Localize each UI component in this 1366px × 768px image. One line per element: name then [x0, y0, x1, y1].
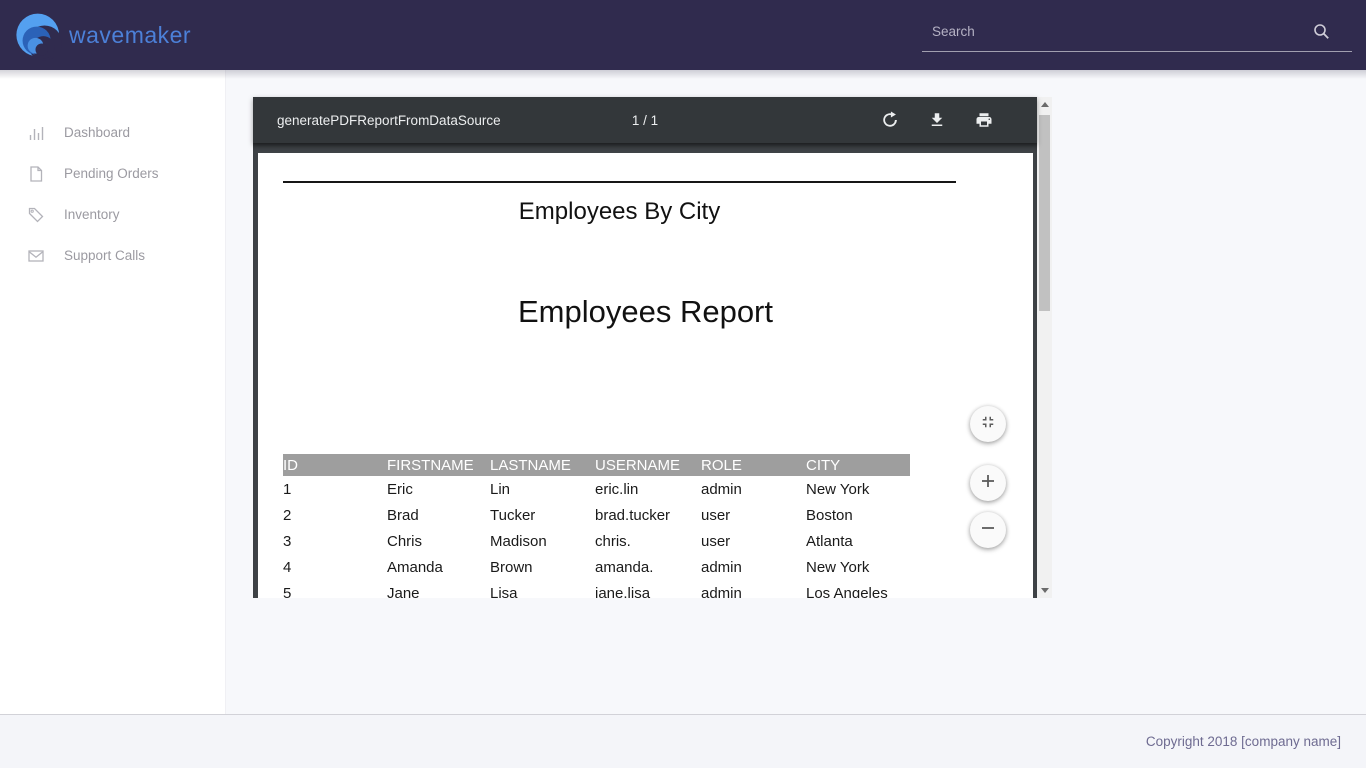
zoom-in-button[interactable] [970, 465, 1006, 501]
sidebar-item-inventory[interactable]: Inventory [0, 194, 225, 235]
envelope-icon [28, 248, 44, 264]
zoom-out-button[interactable] [970, 512, 1006, 548]
copyright-text: Copyright 2018 [company name] [1146, 715, 1341, 768]
table-cell: jane.lisa [595, 580, 701, 598]
report-header-rule: Employees By City [283, 181, 956, 226]
plus-icon [980, 473, 996, 494]
table-cell: eric.lin [595, 476, 701, 502]
pdf-toolbar-actions [881, 111, 993, 129]
tag-icon [28, 207, 44, 223]
rotate-icon[interactable] [881, 111, 899, 129]
employees-table: IDFIRSTNAMELASTNAMEUSERNAMEROLECITY 1Eri… [283, 454, 910, 598]
sidebar-nav: Dashboard Pending Orders [0, 70, 225, 276]
employees-table-head: IDFIRSTNAMELASTNAMEUSERNAMEROLECITY [283, 454, 910, 476]
scrollbar-down-arrow-icon[interactable] [1037, 583, 1052, 598]
table-header-cell: FIRSTNAME [387, 454, 490, 476]
scrollbar-up-arrow-icon[interactable] [1037, 97, 1052, 112]
table-cell: Brown [490, 554, 595, 580]
app-window: wavemaker [0, 0, 1366, 768]
page-footer: Copyright 2018 [company name] [0, 714, 1366, 768]
minus-icon [980, 520, 996, 541]
search-input[interactable] [932, 12, 1312, 50]
sidebar-item-pending-orders[interactable]: Pending Orders [0, 153, 225, 194]
sidebar-item-support-calls[interactable]: Support Calls [0, 235, 225, 276]
table-cell: Lisa [490, 580, 595, 598]
pdf-viewer: generatePDFReportFromDataSource 1 / 1 [253, 97, 1052, 598]
table-cell: Eric [387, 476, 490, 502]
print-icon[interactable] [975, 111, 993, 129]
table-cell: Brad [387, 502, 490, 528]
pdf-page: Employees By City Employees Report IDFIR… [258, 153, 1033, 598]
document-icon [28, 166, 44, 182]
sidebar-item-label: Pending Orders [64, 166, 159, 181]
table-row: 1EricLineric.linadminNew York [283, 476, 910, 502]
table-row: 5JaneLisajane.lisaadminLos Angeles [283, 580, 910, 598]
scrollbar-thumb[interactable] [1039, 115, 1050, 311]
table-cell: Boston [806, 502, 910, 528]
table-cell: Los Angeles [806, 580, 910, 598]
table-header-row: IDFIRSTNAMELASTNAMEUSERNAMEROLECITY [283, 454, 910, 476]
table-header-cell: LASTNAME [490, 454, 595, 476]
pdf-toolbar: generatePDFReportFromDataSource 1 / 1 [253, 97, 1037, 143]
table-cell: chris. [595, 528, 701, 554]
table-row: 4AmandaBrownamanda.adminNew York [283, 554, 910, 580]
pdf-scrollbar [1037, 97, 1052, 598]
sidebar-item-label: Inventory [64, 207, 120, 222]
sidebar-item-label: Support Calls [64, 248, 145, 263]
download-icon[interactable] [928, 111, 946, 129]
table-header-cell: CITY [806, 454, 910, 476]
table-cell: 2 [283, 502, 387, 528]
table-cell: user [701, 528, 806, 554]
table-cell: admin [701, 476, 806, 502]
table-header-cell: ROLE [701, 454, 806, 476]
table-cell: Tucker [490, 502, 595, 528]
pdf-view-area: Employees By City Employees Report IDFIR… [253, 143, 1037, 598]
brand-logo: wavemaker [13, 7, 191, 63]
table-cell: Atlanta [806, 528, 910, 554]
table-cell: admin [701, 580, 806, 598]
search-icon[interactable] [1313, 23, 1330, 40]
table-cell: amanda. [595, 554, 701, 580]
report-header-title: Employees By City [283, 198, 956, 226]
table-cell: 4 [283, 554, 387, 580]
table-row: 2BradTuckerbrad.tuckeruserBoston [283, 502, 910, 528]
table-cell: Madison [490, 528, 595, 554]
table-cell: Jane [387, 580, 490, 598]
fit-to-page-icon [979, 413, 997, 436]
table-cell: Chris [387, 528, 490, 554]
sidebar-item-label: Dashboard [64, 125, 130, 140]
bar-chart-icon [28, 125, 44, 141]
wavemaker-wave-icon [13, 7, 67, 63]
table-cell: Lin [490, 476, 595, 502]
brand-name: wavemaker [69, 22, 191, 49]
employees-table-body: 1EricLineric.linadminNew York2BradTucker… [283, 476, 910, 598]
table-row: 3ChrisMadisonchris.userAtlanta [283, 528, 910, 554]
table-cell: user [701, 502, 806, 528]
table-cell: brad.tucker [595, 502, 701, 528]
search-field [922, 12, 1352, 52]
table-cell: 1 [283, 476, 387, 502]
left-sidebar: Dashboard Pending Orders [0, 70, 226, 714]
table-cell: New York [806, 476, 910, 502]
fit-to-page-button[interactable] [970, 406, 1006, 442]
table-cell: Amanda [387, 554, 490, 580]
table-header-cell: ID [283, 454, 387, 476]
table-cell: 3 [283, 528, 387, 554]
top-header: wavemaker [0, 0, 1366, 70]
sidebar-item-dashboard[interactable]: Dashboard [0, 112, 225, 153]
table-cell: 5 [283, 580, 387, 598]
table-cell: New York [806, 554, 910, 580]
pdf-viewer-main: generatePDFReportFromDataSource 1 / 1 [253, 97, 1037, 598]
report-title: Employees Report [258, 294, 1033, 330]
table-cell: admin [701, 554, 806, 580]
table-header-cell: USERNAME [595, 454, 701, 476]
